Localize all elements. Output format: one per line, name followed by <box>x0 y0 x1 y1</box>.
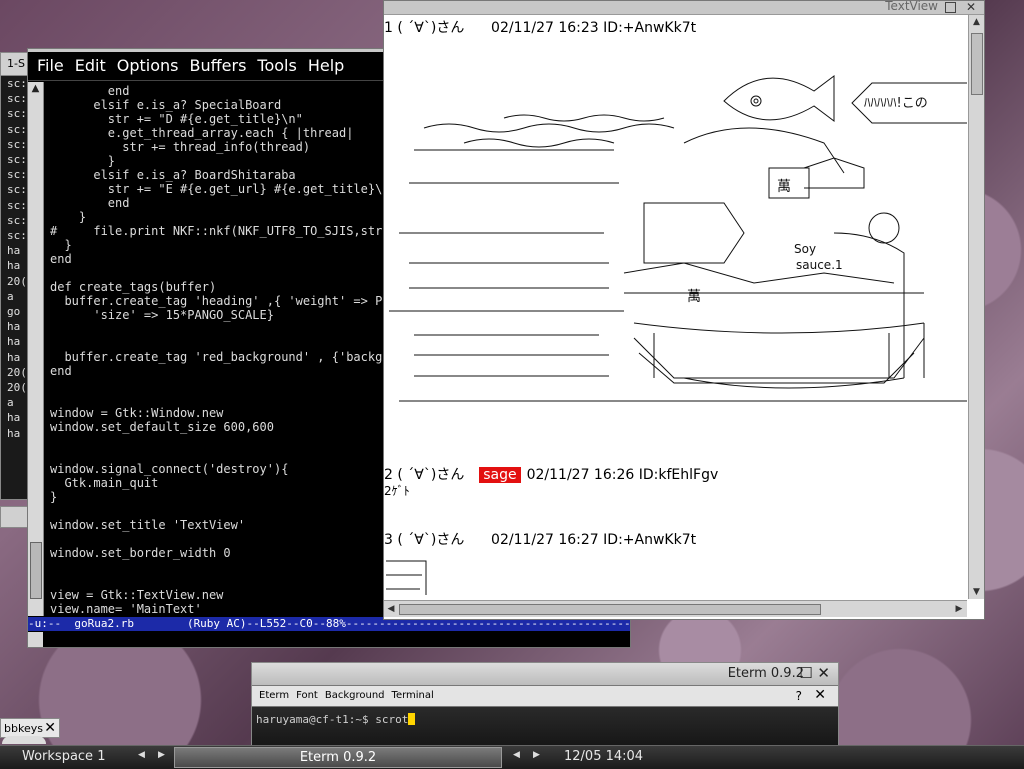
taskbar: Workspace 1 ◀ ▶ Eterm 0.9.2 ◀ ▶ 12/05 14… <box>0 745 1024 769</box>
menu-options[interactable]: Options <box>117 52 179 80</box>
eterm-terminal-area[interactable]: haruyama@cf-t1:~$ scrot <box>252 707 838 747</box>
textview-hscrollbar[interactable]: ◀ ▶ <box>384 600 967 617</box>
post-number: 3 <box>384 532 393 548</box>
help-icon[interactable]: ? <box>796 686 802 706</box>
post-number: 2 <box>384 467 393 483</box>
post-date: 02/11/27 16:27 <box>491 532 599 548</box>
post-date: 02/11/27 16:26 <box>526 467 635 483</box>
close-button[interactable]: ✕ <box>966 0 976 14</box>
post-header-2: 2 ( ´∀`)さん sage 02/11/27 16:26 ID:kfEhlFg… <box>384 464 718 484</box>
scroll-left-icon[interactable]: ◀ <box>384 601 398 617</box>
aa-sauce-text: sauce.1 <box>796 258 843 272</box>
eterm-menu-font[interactable]: Font <box>296 686 318 706</box>
textview-titlebar[interactable]: TextView ✕ <box>384 0 984 15</box>
menu-help[interactable]: Help <box>308 52 344 80</box>
eterm-menu-eterm[interactable]: Eterm <box>259 686 289 706</box>
sage-badge: sage <box>479 467 521 483</box>
post-name: ( ´∀`)さん <box>397 532 465 548</box>
scroll-up-icon[interactable]: ▲ <box>969 15 984 29</box>
menu-tools[interactable]: Tools <box>257 52 296 80</box>
eterm-menubar: Eterm Font Background Terminal ? ✕ <box>252 686 838 707</box>
post-id: ID:kfEhlFgv <box>638 467 719 483</box>
bbkeys-window[interactable]: bbkeys ✕ <box>0 718 60 738</box>
menu-buffers[interactable]: Buffers <box>190 52 247 80</box>
bbkeys-label: bbkeys <box>4 722 43 735</box>
aa-speech-text: ﾊﾊﾊﾊﾊ!この <box>864 96 928 111</box>
window-next-icon[interactable]: ▶ <box>533 750 540 760</box>
window-prev-icon[interactable]: ◀ <box>513 750 520 760</box>
close-icon[interactable]: ✕ <box>44 718 56 738</box>
clock: 12/05 14:04 <box>564 749 644 764</box>
post-3-art <box>386 560 427 595</box>
eterm-title: Eterm 0.9.2 <box>727 666 804 681</box>
terminal-cursor <box>408 713 416 725</box>
eterm-titlebar[interactable]: Eterm 0.9.2 ☐ ✕ <box>252 663 838 686</box>
aa-kanji-1: 萬 <box>777 179 791 195</box>
aa-kanji-2: 萬 <box>687 289 701 305</box>
post-header-3: 3 ( ´∀`)さん 02/11/27 16:27 ID:+AnwKk7t <box>384 529 696 549</box>
close-icon[interactable]: ☐ ✕ <box>799 664 830 682</box>
post-body-2: 2ｹﾞﾄ <box>384 484 410 498</box>
workspace-label[interactable]: Workspace 1 <box>22 749 105 764</box>
minimized-window-bar[interactable] <box>0 506 28 528</box>
menu-file[interactable]: File <box>37 52 64 80</box>
menu-edit[interactable]: Edit <box>75 52 106 80</box>
workspace-next-icon[interactable]: ▶ <box>158 750 165 760</box>
dock-app-icon[interactable] <box>2 736 46 744</box>
scroll-right-icon[interactable]: ▶ <box>952 601 966 617</box>
taskbar-window-button[interactable]: Eterm 0.9.2 <box>174 747 502 768</box>
aa-soy-text: Soy <box>794 242 816 256</box>
scroll-up-icon[interactable]: ▲ <box>28 82 43 96</box>
textview-window[interactable]: TextView ✕ 1 ( ´∀`)さん 02/11/27 16:23 ID:… <box>383 0 985 620</box>
post-name: ( ´∀`)さん <box>397 467 465 483</box>
textview-vscroll-thumb[interactable] <box>971 33 983 95</box>
minibuffer-scroll-stub <box>28 632 43 647</box>
terminal-prompt: haruyama@cf-t1:~$ scrot <box>256 713 409 726</box>
eterm-menu-background[interactable]: Background <box>325 686 385 706</box>
emacs-scrollbar[interactable]: ▲ <box>28 82 44 616</box>
ascii-art-tank: ﾊﾊﾊﾊﾊ!この 萬 萬 Soy sauce.1 <box>389 75 967 402</box>
textview-title: TextView <box>885 0 938 13</box>
emacs-scroll-thumb[interactable] <box>30 542 42 599</box>
scroll-down-icon[interactable]: ▼ <box>969 585 984 599</box>
workspace-prev-icon[interactable]: ◀ <box>138 750 145 760</box>
close-icon[interactable]: ✕ <box>814 685 826 705</box>
textview-content[interactable]: 1 ( ´∀`)さん 02/11/27 16:23 ID:+AnwKk7t ﾊﾊ… <box>384 15 967 599</box>
eterm-menu-terminal[interactable]: Terminal <box>392 686 434 706</box>
textview-hscroll-thumb[interactable] <box>399 604 821 615</box>
eterm-window[interactable]: Eterm 0.9.2 ☐ ✕ Eterm Font Background Termi… <box>251 662 839 748</box>
maximize-button[interactable] <box>945 2 956 13</box>
textview-vscrollbar[interactable]: ▲ ▼ <box>968 15 984 599</box>
emacs-minibuffer[interactable] <box>28 632 630 647</box>
post-id: ID:+AnwKk7t <box>603 532 697 548</box>
